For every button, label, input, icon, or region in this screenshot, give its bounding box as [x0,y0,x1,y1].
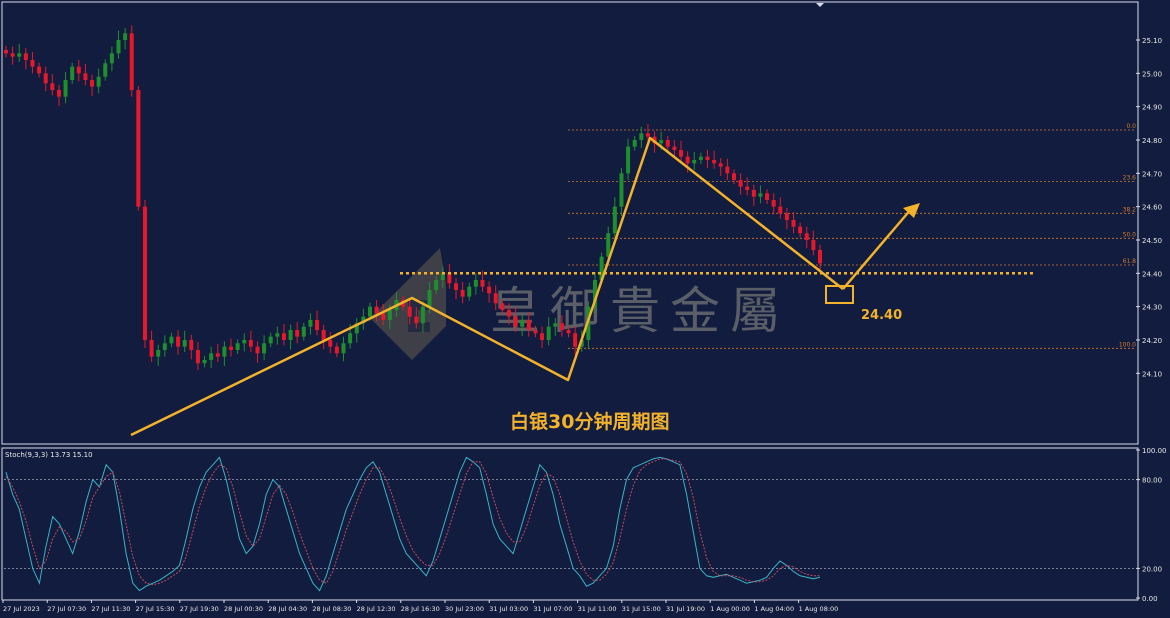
x-tick-label: 1 Aug 00:00 [710,605,750,613]
x-tick-label: 1 Aug 04:00 [754,605,794,613]
y-tick-label: 24.10 [1142,370,1162,378]
x-tick-label: 27 Jul 2023 [3,605,40,613]
y-tick-label: 24.80 [1142,137,1162,145]
y-tick-label: 24.70 [1142,170,1162,178]
stoch-y-tick-label: 100.00 [1142,447,1167,455]
x-tick-label: 30 Jul 23:00 [445,605,484,613]
x-tick-label: 31 Jul 19:00 [666,605,705,613]
fib-level-label: 0.0 [1126,123,1136,130]
fib-level-label: 61.8 [1123,258,1137,265]
x-tick-label: 27 Jul 07:30 [47,605,86,613]
stoch-title: Stoch(9,3,3) 13.73 15.10 [5,451,93,459]
stoch-y-tick-label: 0.00 [1142,595,1158,603]
x-tick-label: 27 Jul 19:30 [180,605,219,613]
candle [142,199,147,348]
x-tick-label: 1 Aug 08:00 [799,605,839,613]
fib-level-label: 38.2 [1123,206,1137,213]
x-tick-label: 28 Jul 00:30 [224,605,263,613]
x-tick-label: 28 Jul 12:30 [357,605,396,613]
y-tick-label: 24.20 [1142,337,1162,345]
candle [136,85,141,211]
x-tick-label: 31 Jul 07:00 [533,605,572,613]
price-callout: 24.40 [861,308,902,323]
y-tick-label: 24.40 [1142,270,1162,278]
y-tick-label: 24.50 [1142,237,1162,245]
fib-level-label: 23.6 [1123,175,1137,182]
x-tick-label: 27 Jul 15:30 [136,605,175,613]
x-tick-label: 27 Jul 11:30 [91,605,130,613]
y-tick-label: 24.60 [1142,204,1162,212]
y-tick-label: 24.30 [1142,304,1162,312]
instrument-caption: 白银30分钟周期图 [510,410,669,433]
x-tick-label: 31 Jul 11:00 [578,605,617,613]
y-tick-label: 25.10 [1142,37,1162,45]
y-tick-label: 25.00 [1142,70,1162,78]
chart-canvas: 0.023.638.250.061.8100.0 皇御貴金屬 25.1025.0… [0,0,1170,618]
x-tick-label: 28 Jul 16:30 [401,605,440,613]
stoch-y-tick-label: 20.00 [1142,565,1162,573]
x-tick-label: 28 Jul 04:30 [268,605,307,613]
stoch-y-tick-label: 80.00 [1142,477,1162,485]
y-tick-label: 24.90 [1142,104,1162,112]
x-tick-label: 31 Jul 15:00 [622,605,661,613]
fib-level-label: 50.0 [1123,231,1137,238]
x-tick-label: 31 Jul 03:00 [489,605,528,613]
x-tick-label: 28 Jul 08:30 [312,605,351,613]
candle [129,25,134,97]
fib-level-label: 100.0 [1119,341,1136,348]
